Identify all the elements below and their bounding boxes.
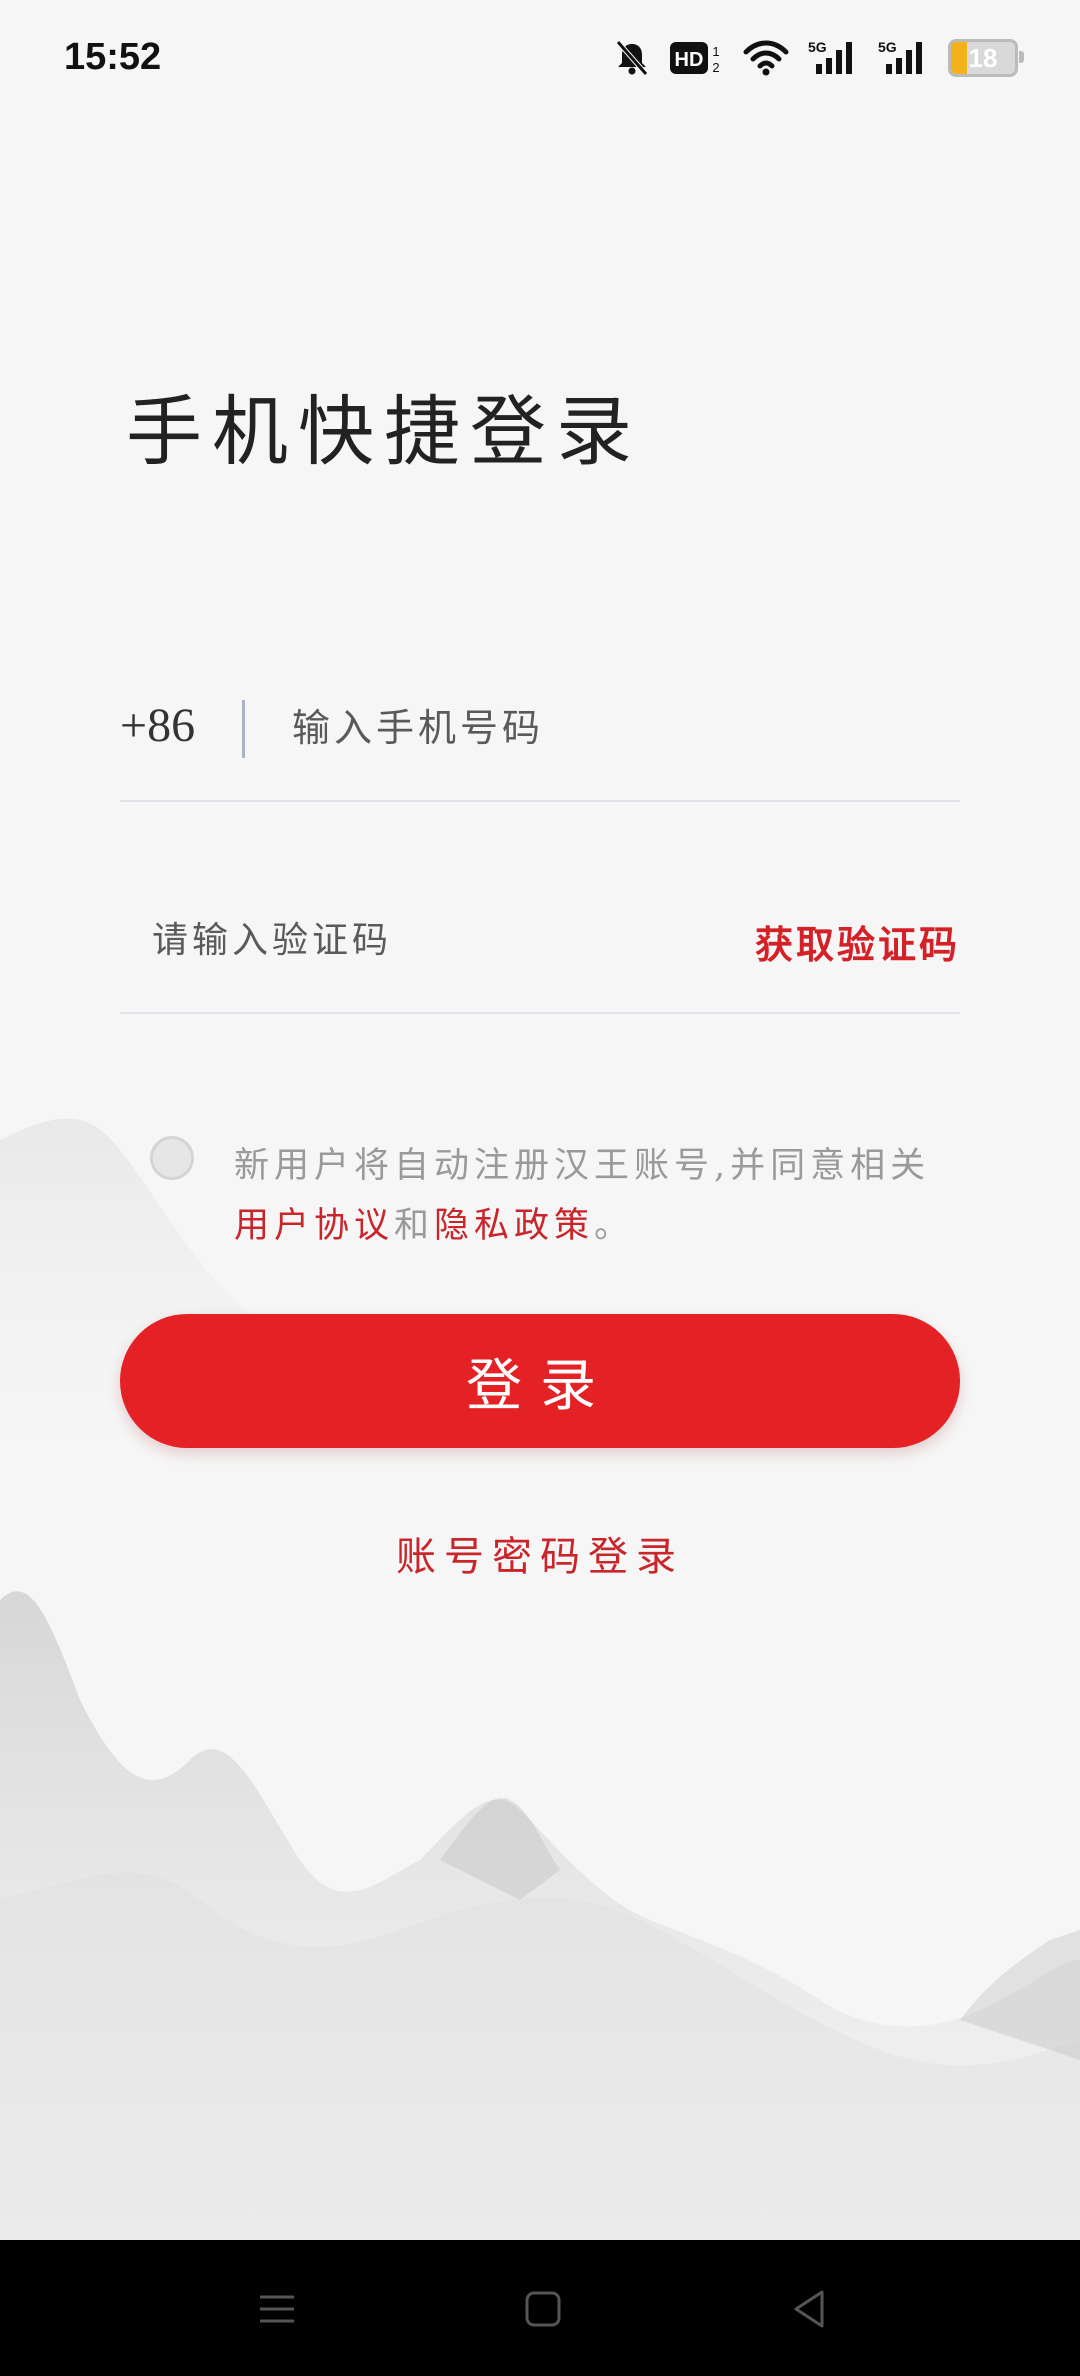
svg-text:1: 1 <box>712 44 719 59</box>
5g-signal-icon: 5G <box>808 38 860 78</box>
agreement-conjunction: 和 <box>394 1206 435 1246</box>
bell-muted-icon <box>612 38 652 78</box>
get-code-button[interactable]: 获取验证码 <box>755 914 960 969</box>
svg-text:HD: HD <box>675 49 704 71</box>
privacy-policy-link[interactable]: 隐私政策 <box>434 1206 594 1246</box>
agreement-intro: 新用户将自动注册汉王账号,并同意相关 <box>234 1146 931 1186</box>
login-button[interactable]: 登录 <box>120 1314 960 1448</box>
status-time: 15:52 <box>64 36 162 78</box>
battery-icon: 18 <box>948 39 1024 77</box>
status-bar: 15:52 HD 1 2 5G 5G 18 <box>0 0 1080 120</box>
5g-signal-icon: 5G <box>878 38 930 78</box>
svg-text:5G: 5G <box>878 39 897 55</box>
status-icons: HD 1 2 5G 5G 18 <box>612 34 1024 82</box>
agreement-text: 新用户将自动注册汉王账号,并同意相关 用户协议和隐私政策。 <box>234 1136 964 1256</box>
wifi-icon <box>742 38 790 78</box>
verification-code-input[interactable] <box>150 904 674 976</box>
country-code[interactable]: +86 <box>120 698 195 753</box>
menu-icon[interactable] <box>252 2284 302 2334</box>
user-agreement-link[interactable]: 用户协议 <box>234 1206 394 1246</box>
login-form: 手机快捷登录 +86 获取验证码 新用户将自动注册汉王账号,并同意相关用户协议和… <box>0 0 1080 2240</box>
agreement-end: 。 <box>594 1206 635 1246</box>
navigation-bar <box>0 2240 1080 2376</box>
agreement-checkbox[interactable] <box>150 1136 194 1180</box>
home-icon[interactable] <box>518 2284 568 2334</box>
page-title: 手机快捷登录 <box>126 387 642 476</box>
phone-row: +86 <box>120 680 960 802</box>
svg-text:2: 2 <box>712 60 719 75</box>
svg-text:5G: 5G <box>808 39 827 55</box>
password-login-link[interactable]: 账号密码登录 <box>0 1524 1080 1582</box>
phone-input[interactable] <box>290 692 934 764</box>
back-icon[interactable] <box>784 2284 834 2334</box>
battery-level: 18 <box>968 42 998 73</box>
verification-row: 获取验证码 <box>120 890 960 1014</box>
hd-icon: HD 1 2 <box>670 38 724 78</box>
divider <box>242 700 245 758</box>
